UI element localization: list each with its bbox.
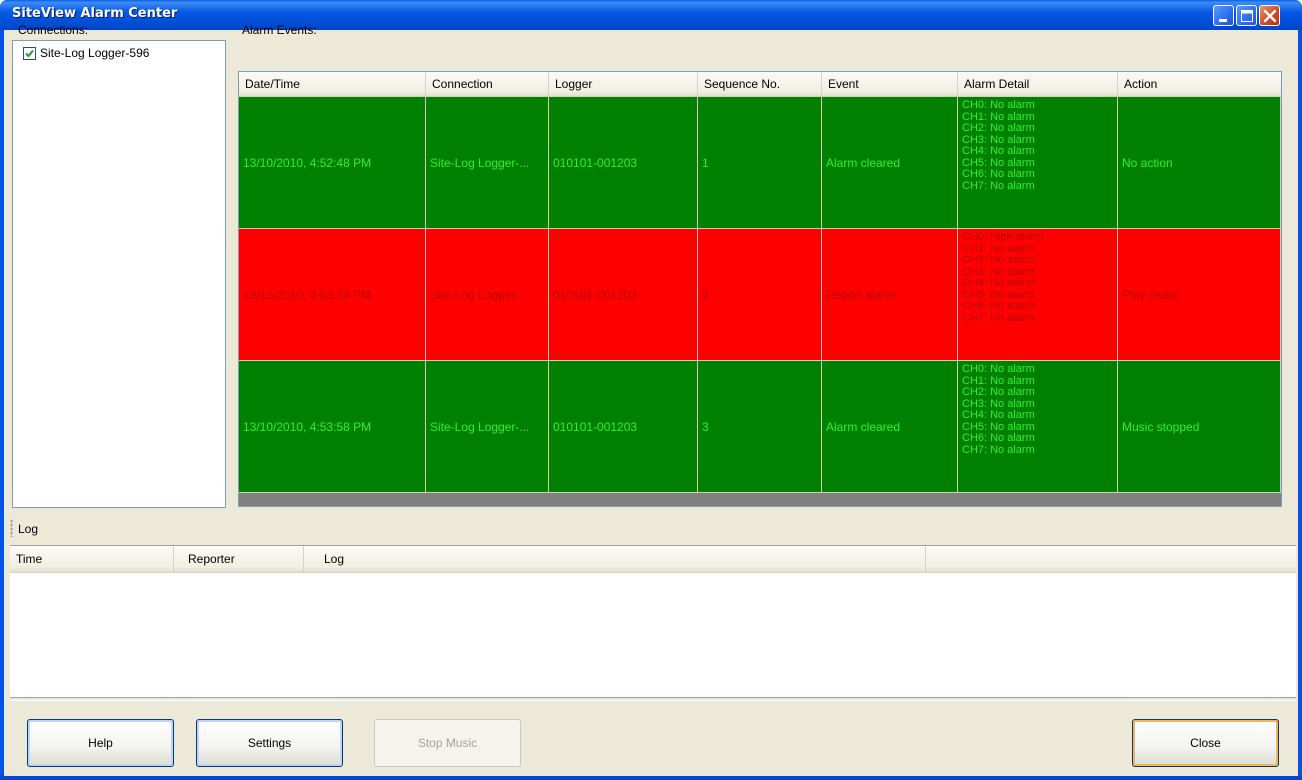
alarm-detail-line: CH6: No alarm	[962, 432, 1035, 444]
cell-datetime: 13/10/2010, 4:52:48 PM	[239, 97, 426, 229]
cell-connection: Site-Log Logger-...	[426, 361, 549, 493]
cell-action: Music stopped	[1118, 361, 1281, 493]
column-header-alarm-detail[interactable]: Alarm Detail	[958, 72, 1118, 97]
cell-datetime: 13/10/2010, 4:53:58 PM	[239, 361, 426, 493]
log-list[interactable]: Time Reporter Log	[10, 545, 1296, 698]
alarm-detail-line: CH7: No alarm	[962, 179, 1035, 192]
window-bottom-border	[0, 776, 1302, 780]
log-column-filler	[926, 546, 1296, 573]
alarm-detail-line: CH0: No alarm	[962, 363, 1035, 375]
cell-logger: 010101-001203	[549, 229, 698, 361]
cell-event: Alarm cleared	[822, 97, 958, 229]
settings-button[interactable]: Settings	[196, 719, 343, 767]
cell-alarm-detail: CH0: No alarm CH1: No alarm CH2: No alarm C…	[958, 97, 1118, 229]
alarm-detail-list: CH0: No alarm CH1: No alarm CH2: No alarm C…	[962, 97, 1035, 192]
column-header-logger[interactable]: Logger	[549, 72, 698, 97]
log-column-log[interactable]: Log	[304, 546, 926, 573]
log-column-time[interactable]: Time	[10, 546, 174, 573]
connection-item-label: Site-Log Logger-596	[40, 46, 150, 60]
cell-event: Report alarm	[822, 229, 958, 361]
close-button[interactable]: Close	[1132, 719, 1279, 767]
log-column-reporter[interactable]: Reporter	[174, 546, 304, 573]
cell-event: Alarm cleared	[822, 361, 958, 493]
maximize-icon	[1241, 10, 1253, 22]
title-bar[interactable]: SiteView Alarm Center	[0, 0, 1302, 30]
connections-label: Connections:	[18, 23, 89, 37]
column-header-event[interactable]: Event	[822, 72, 958, 97]
cell-sequence: 1	[698, 97, 822, 229]
alarm-detail-line: CH0: High alarm	[962, 231, 1044, 243]
checkmark-icon	[25, 49, 34, 57]
alarm-events-grid[interactable]: Date/Time Connection Logger Sequence No.…	[238, 71, 1282, 507]
cell-datetime: 13/10/2010, 4:53:24 PM	[239, 229, 426, 361]
alarm-detail-line: CH4: No alarm	[962, 409, 1035, 421]
cell-logger: 010101-001203	[549, 97, 698, 229]
cell-sequence: 2	[698, 229, 822, 361]
column-header-connection[interactable]: Connection	[426, 72, 549, 97]
grid-header: Date/Time Connection Logger Sequence No.…	[239, 72, 1281, 97]
alarm-detail-line: CH7: No alarm	[962, 311, 1035, 324]
alarm-event-row[interactable]: 13/10/2010, 4:53:58 PM Site-Log Logger-..…	[239, 361, 1281, 493]
alarm-detail-line: CH2: No alarm	[962, 386, 1035, 398]
column-header-sequence[interactable]: Sequence No.	[698, 72, 822, 97]
cell-alarm-detail: CH0: High alarm CH1: No alarm CH2: No alar…	[958, 229, 1118, 361]
log-header: Time Reporter Log	[10, 546, 1296, 573]
maximize-button[interactable]	[1236, 5, 1257, 26]
alarm-detail-line: CH2: No alarm	[962, 122, 1035, 134]
connection-checkbox[interactable]	[23, 46, 36, 60]
alarm-events-label: Alarm Events:	[242, 23, 317, 37]
connection-item[interactable]: Site-Log Logger-596	[23, 46, 149, 60]
alarm-detail-line: CH4: No alarm	[962, 145, 1035, 157]
cell-logger: 010101-001203	[549, 361, 698, 493]
close-window-button[interactable]	[1259, 5, 1280, 26]
log-grip-handle[interactable]	[10, 519, 13, 537]
alarm-detail-line: CH2: No alarm	[962, 254, 1035, 266]
connections-list[interactable]: Site-Log Logger-596	[12, 40, 226, 508]
minimize-button[interactable]	[1213, 5, 1234, 26]
alarm-detail-line: CH4: No alarm	[962, 277, 1035, 289]
column-header-datetime[interactable]: Date/Time	[239, 72, 426, 97]
cell-alarm-detail: CH0: No alarm CH1: No alarm CH2: No alarm C…	[958, 361, 1118, 493]
app-window: SiteView Alarm Center Connections: Alarm…	[0, 0, 1302, 780]
cell-action: No action	[1118, 97, 1281, 229]
help-button[interactable]: Help	[27, 719, 174, 767]
alarm-detail-line: CH0: No alarm	[962, 99, 1035, 111]
stop-music-button[interactable]: Stop Music	[374, 719, 521, 767]
alarm-detail-line: CH6: No alarm	[962, 168, 1035, 180]
cell-connection: Site-Log Logger-...	[426, 229, 549, 361]
alarm-event-row[interactable]: 13/10/2010, 4:53:24 PM Site-Log Logger-..…	[239, 229, 1281, 361]
alarm-detail-line: CH6: No alarm	[962, 300, 1035, 312]
alarm-detail-line: CH7: No alarm	[962, 443, 1035, 456]
alarm-event-row[interactable]: 13/10/2010, 4:52:48 PM Site-Log Logger-..…	[239, 97, 1281, 229]
minimize-icon	[1219, 19, 1227, 22]
cell-connection: Site-Log Logger-...	[426, 97, 549, 229]
alarm-detail-list: CH0: High alarm CH1: No alarm CH2: No alar…	[962, 229, 1043, 324]
window-title: SiteView Alarm Center	[12, 6, 178, 21]
log-label: Log	[18, 522, 39, 536]
cell-action: Play music	[1118, 229, 1281, 361]
column-header-action[interactable]: Action	[1118, 72, 1281, 97]
close-icon	[1263, 9, 1277, 23]
cell-sequence: 3	[698, 361, 822, 493]
alarm-detail-list: CH0: No alarm CH1: No alarm CH2: No alarm C…	[962, 361, 1035, 456]
